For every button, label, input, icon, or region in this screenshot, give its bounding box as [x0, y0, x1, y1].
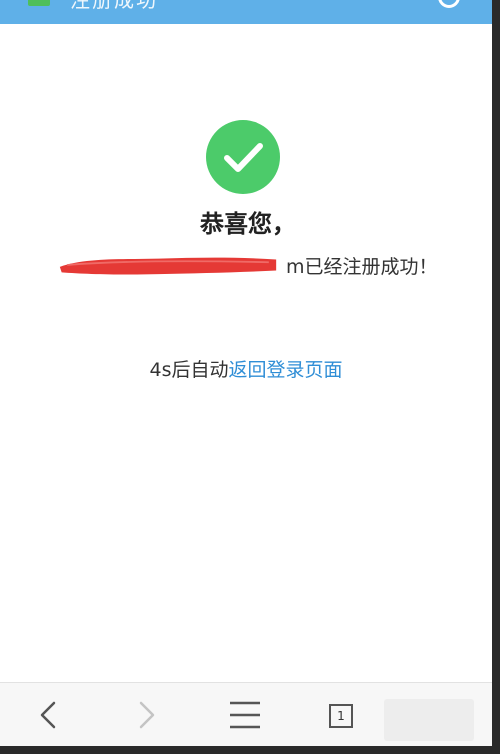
refresh-icon[interactable]: [438, 0, 460, 8]
chevron-left-icon: [40, 701, 56, 729]
registration-message: m已经注册成功！: [48, 252, 448, 282]
check-circle-icon: [206, 120, 280, 194]
menu-icon: [230, 701, 260, 729]
browser-viewport: 注册成功 恭喜您， m已经注册成功！ 4s后自动返回登录页面 1: [0, 0, 492, 746]
page-icon: [28, 0, 50, 6]
menu-button[interactable]: [216, 683, 276, 746]
back-button[interactable]: [18, 683, 78, 746]
redirect-message: 4s后自动返回登录页面: [0, 354, 492, 386]
countdown-text: 4s后自动: [149, 359, 229, 381]
page-title: 注册成功: [70, 0, 158, 12]
top-bar: 注册成功: [0, 0, 492, 24]
redaction-scribble: [59, 257, 277, 275]
tabs-button[interactable]: 1: [312, 683, 372, 746]
congrats-heading: 恭喜您，: [200, 210, 296, 238]
registered-text: m已经注册成功！: [286, 256, 438, 278]
chevron-right-icon: [139, 701, 155, 729]
forward-button[interactable]: [116, 683, 176, 746]
browser-bottom-nav: 1: [0, 682, 492, 746]
return-login-link[interactable]: 返回登录页面: [228, 359, 342, 381]
blurred-corner: [384, 699, 474, 741]
tab-count: 1: [329, 704, 353, 728]
